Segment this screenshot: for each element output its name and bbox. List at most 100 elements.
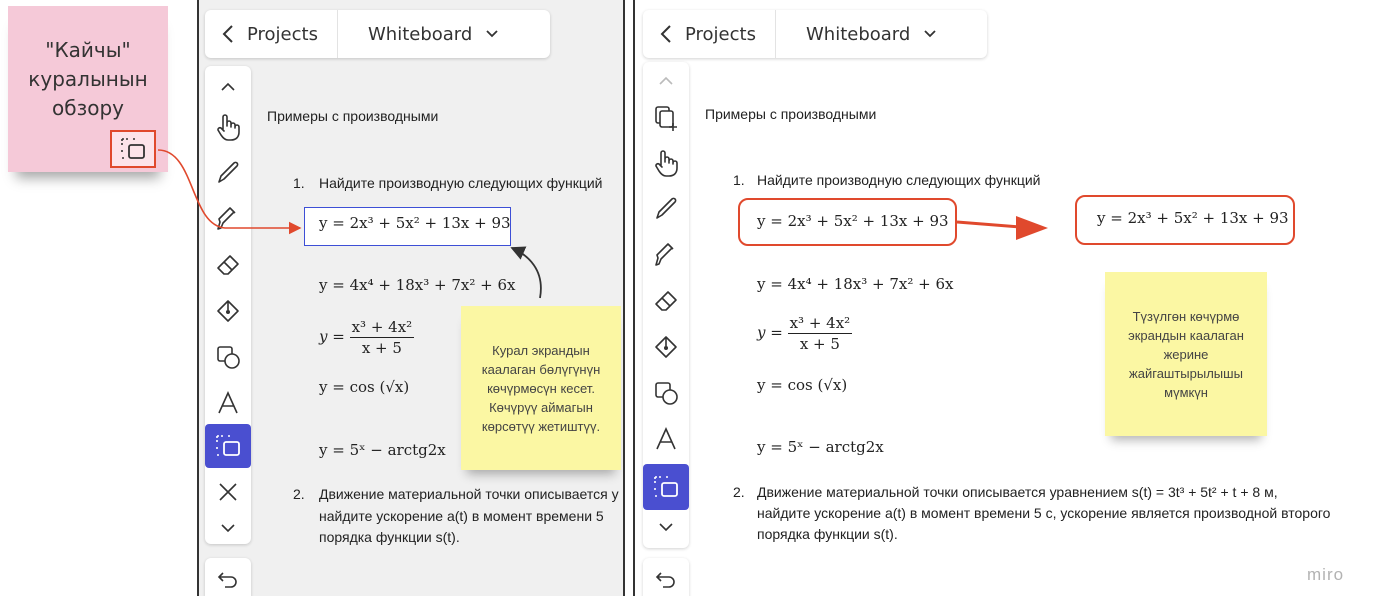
- formula-3: y = x³ + 4x² x + 5: [319, 318, 415, 357]
- back-button[interactable]: [651, 19, 681, 49]
- pen-icon: [656, 197, 677, 219]
- projects-link[interactable]: Projects: [685, 24, 775, 45]
- list-item-2-line-1: Движение материальной точки описывается …: [319, 486, 619, 502]
- formula-3: y = x³ + 4x² x + 5: [757, 314, 853, 353]
- board-heading: Примеры с производными: [267, 108, 439, 124]
- eraser-tool[interactable]: [643, 278, 689, 324]
- divider: [775, 10, 776, 58]
- formula-3-prefix: y =: [757, 323, 788, 342]
- callout-line-1: "Кайчы": [45, 38, 131, 62]
- scissors-tool[interactable]: [643, 464, 689, 510]
- back-button[interactable]: [213, 19, 243, 49]
- chevron-down-icon: [924, 30, 936, 38]
- board-title: Whiteboard: [368, 23, 473, 45]
- pen-tool[interactable]: [643, 186, 689, 232]
- eraser-tool[interactable]: [205, 242, 251, 288]
- toolbar-scroll-up[interactable]: [205, 70, 251, 104]
- list-item-2-line-3: порядка функции s(t).: [757, 526, 898, 542]
- toolbar-scroll-up[interactable]: [643, 66, 689, 96]
- chevron-up-icon: [221, 82, 235, 91]
- shapes-icon: [217, 346, 240, 369]
- board-title: Whiteboard: [806, 23, 911, 45]
- formula-2: y = 4x⁴ + 18x³ + 7x² + 6x: [319, 276, 516, 294]
- pen-tool[interactable]: [205, 150, 251, 196]
- sticky-note-result[interactable]: Түзүлгөн көчүрмө экрандын каалаган жерин…: [1105, 272, 1267, 436]
- board-dropdown[interactable]: Whiteboard: [806, 24, 936, 45]
- close-icon: [219, 483, 237, 501]
- divider: [337, 10, 338, 58]
- chevron-left-icon: [660, 25, 671, 43]
- top-navigation-bar: Projects Whiteboard: [643, 10, 987, 58]
- list-item-2-line-3: порядка функции s(t).: [319, 529, 460, 545]
- toolbar-scroll-down[interactable]: [643, 512, 689, 542]
- formula-1: y = 2x³ + 5x² + 13x + 93: [757, 212, 949, 230]
- shapes-icon: [655, 382, 678, 405]
- undo-button[interactable]: [643, 558, 689, 596]
- undo-button[interactable]: [205, 558, 251, 596]
- hand-tool[interactable]: [643, 140, 689, 186]
- fill-icon: [655, 336, 677, 358]
- callout-line-2: куралынын: [28, 67, 148, 91]
- list-number-1: 1.: [733, 172, 745, 188]
- board-dropdown[interactable]: Whiteboard: [368, 24, 498, 45]
- formula-5: y = 5ˣ − arctg2x: [757, 438, 884, 456]
- whiteboard-panel-before: Projects Whiteboard Примеры с производны…: [197, 0, 625, 596]
- projects-link[interactable]: Projects: [247, 24, 337, 45]
- undo-icon: [655, 572, 675, 588]
- fraction-numerator: x³ + 4x²: [787, 314, 853, 334]
- list-item-1: Найдите производную следующих функций: [319, 175, 603, 191]
- scissors-tool-callout-icon: [110, 130, 156, 168]
- formula-5: y = 5ˣ − arctg2x: [319, 441, 446, 459]
- board-heading: Примеры с производными: [705, 106, 877, 122]
- chevron-up-icon: [659, 76, 673, 85]
- shapes-tool[interactable]: [643, 370, 689, 416]
- formula-4: y = cos (√x): [319, 378, 410, 396]
- fill-tool[interactable]: [643, 324, 689, 370]
- formula-1: y = 2x³ + 5x² + 13x + 93: [319, 214, 511, 232]
- text-tool[interactable]: [643, 416, 689, 462]
- tools-toolbar: [205, 66, 251, 544]
- eraser-icon: [217, 255, 239, 275]
- text-icon: [656, 427, 676, 450]
- marker-tool[interactable]: [643, 232, 689, 278]
- scissors-tool-icon: [216, 435, 240, 456]
- chevron-down-icon: [486, 30, 498, 38]
- callout-text: "Кайчы" куралынын обзору: [8, 36, 168, 123]
- scissors-tool-icon: [654, 476, 678, 497]
- list-item-2-line-2: найдите ускорение a(t) в момент времени …: [757, 505, 1331, 521]
- marker-icon: [655, 243, 674, 266]
- undo-icon: [217, 572, 237, 588]
- hand-icon: [655, 150, 678, 177]
- chevron-left-icon: [222, 25, 233, 43]
- chevron-down-icon: [221, 524, 235, 533]
- fraction-denominator: x + 5: [361, 339, 402, 357]
- close-tool[interactable]: [205, 470, 251, 514]
- fill-icon: [217, 300, 239, 322]
- copy-add-tool[interactable]: [643, 96, 689, 140]
- marker-tool[interactable]: [205, 196, 251, 242]
- text-icon: [218, 391, 238, 414]
- text-tool[interactable]: [205, 380, 251, 426]
- toolbar-scroll-down[interactable]: [205, 514, 251, 542]
- fraction-numerator: x³ + 4x²: [349, 318, 415, 338]
- formula-3-prefix: y =: [319, 327, 350, 346]
- list-item-1: Найдите производную следующих функций: [757, 172, 1041, 188]
- list-number-1: 1.: [293, 175, 305, 191]
- hand-icon: [217, 114, 240, 141]
- fraction: x³ + 4x² x + 5: [349, 318, 415, 357]
- list-item-2-line-1: Движение материальной точки описывается …: [757, 484, 1278, 500]
- fraction-denominator: x + 5: [799, 335, 840, 353]
- fill-tool[interactable]: [205, 288, 251, 334]
- hand-tool[interactable]: [205, 104, 251, 150]
- sticky-note-explanation[interactable]: Курал экрандын каалаган бөлүгүнүн көчүрм…: [461, 306, 621, 470]
- shapes-tool[interactable]: [205, 334, 251, 380]
- scissors-tool[interactable]: [205, 424, 251, 468]
- formula-2: y = 4x⁴ + 18x³ + 7x² + 6x: [757, 275, 954, 293]
- fraction: x³ + 4x² x + 5: [787, 314, 853, 353]
- chevron-down-icon: [659, 523, 673, 532]
- whiteboard-panel-after: Projects Whiteboard Примеры с производны…: [633, 0, 1383, 596]
- copy-add-icon: [655, 106, 677, 131]
- eraser-icon: [655, 291, 677, 311]
- top-navigation-bar: Projects Whiteboard: [205, 10, 550, 58]
- tools-toolbar: [643, 62, 689, 548]
